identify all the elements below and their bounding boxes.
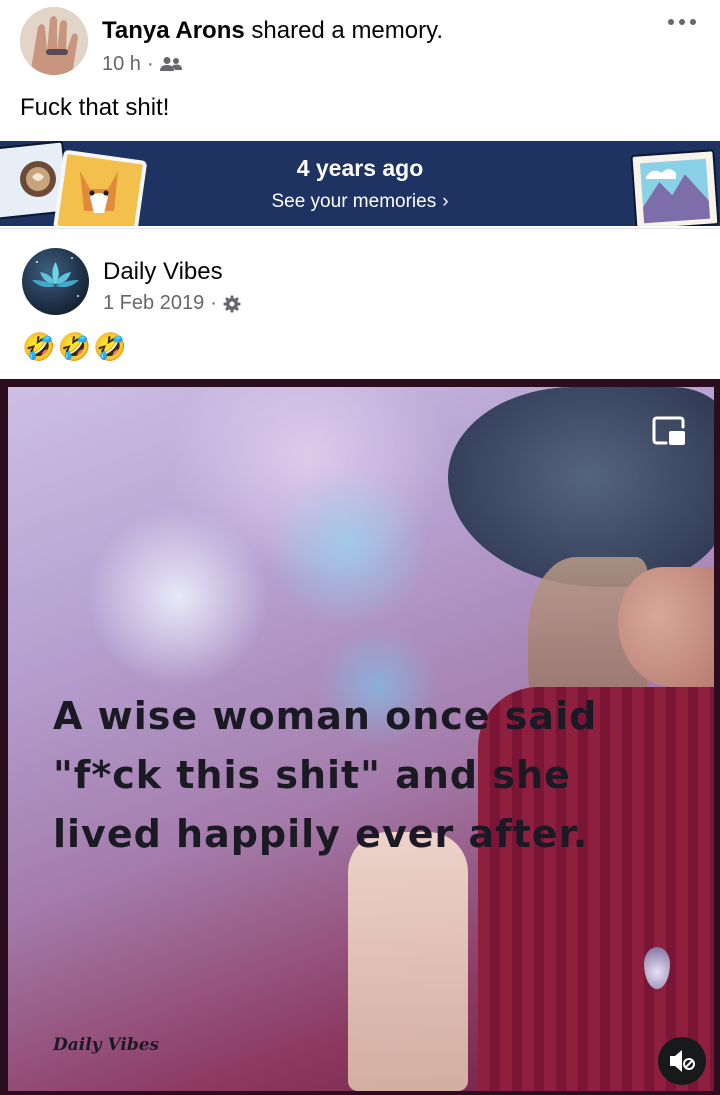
- muted-speaker-icon: [670, 1050, 695, 1072]
- friends-icon: [159, 57, 182, 71]
- post-text: Fuck that shit!: [20, 94, 170, 121]
- see-memories-label: See your memories: [271, 191, 437, 212]
- post-meta: 10 h ·: [102, 52, 182, 76]
- emoji-row: 🤣🤣🤣: [22, 332, 129, 362]
- post-media[interactable]: A wise woman once said "f*ck this shit" …: [0, 379, 720, 1095]
- avatar[interactable]: [20, 7, 88, 75]
- more-options-icon[interactable]: [662, 12, 702, 32]
- separator-dot: ·: [210, 292, 217, 314]
- shared-post-meta: 1 Feb 2019 ·: [103, 292, 241, 315]
- shared-post-date[interactable]: 1 Feb 2019: [103, 292, 204, 315]
- media-image: A wise woman once said "f*ck this shit" …: [8, 387, 714, 1091]
- watermark: Daily Vibes: [53, 1035, 160, 1055]
- memory-banner-title: 4 years ago: [296, 155, 424, 181]
- memory-banner[interactable]: 4 years ago See your memories ›: [0, 141, 720, 226]
- lotus-icon: [32, 257, 79, 297]
- mute-button[interactable]: [658, 1037, 706, 1085]
- shared-post-header: Daily Vibes 1 Feb 2019 · 🤣🤣🤣: [0, 228, 720, 378]
- gear-icon: [223, 295, 241, 312]
- author-action: shared a memory.: [251, 17, 443, 44]
- author-name[interactable]: Tanya Arons: [102, 17, 245, 44]
- picture-in-picture-icon[interactable]: [652, 415, 686, 447]
- separator-dot: ·: [146, 53, 154, 75]
- post-time[interactable]: 10 h: [102, 52, 141, 76]
- hand-photo-icon: [20, 7, 88, 75]
- page-name[interactable]: Daily Vibes: [103, 257, 223, 287]
- page-avatar[interactable]: [22, 248, 89, 315]
- coffee-and-dog-illustration-icon: [0, 141, 147, 226]
- post-header: Tanya Arons shared a memory. 10 h · Fuck…: [0, 0, 720, 140]
- hand-shape: [348, 832, 468, 1091]
- see-memories-link[interactable]: See your memories ›: [0, 191, 720, 213]
- chevron-right-icon: ›: [442, 191, 449, 212]
- author-line: Tanya Arons shared a memory.: [102, 16, 443, 46]
- quote-text: A wise woman once said "f*ck this shit" …: [53, 694, 598, 856]
- mountain-photo-illustration-icon: [630, 149, 720, 226]
